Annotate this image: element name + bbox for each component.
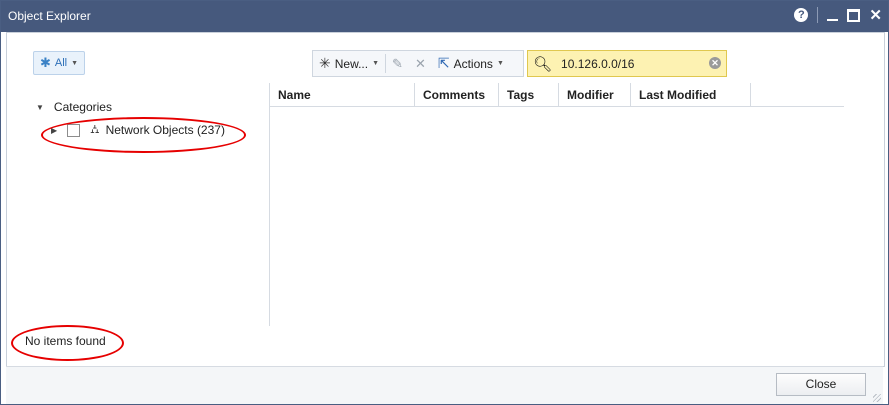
actions-button[interactable]: ⇱ Actions ▼ [432, 51, 510, 76]
chevron-down-icon: ▼ [71, 59, 79, 67]
annotation-oval [41, 117, 246, 153]
expand-down-icon[interactable]: ▼ [36, 103, 44, 112]
categories-label: Categories [53, 100, 112, 114]
column-header-comments[interactable]: Comments [415, 83, 499, 106]
categories-pane: ▼ Categories ▶ ⛼ Network Objects (237) [7, 83, 270, 326]
actions-label: Actions [453, 56, 493, 71]
title-bar-divider [817, 7, 819, 23]
chevron-down-icon: ▼ [496, 60, 504, 67]
filter-all-button[interactable]: ✱ All ▼ [33, 51, 85, 75]
column-header-name[interactable]: Name [270, 83, 415, 106]
column-header-last-modified[interactable]: Last Modified [631, 83, 751, 106]
asterisk-icon: ✱ [39, 55, 51, 70]
column-header-modifier[interactable]: Modifier [559, 83, 631, 106]
title-bar: Object Explorer ? ✕ [1, 1, 888, 32]
search-field[interactable]: 🔍︎ 10.126.0.0/16 ✕ [527, 50, 727, 77]
dialog-footer: Close [6, 366, 883, 404]
close-button[interactable]: Close [776, 373, 866, 396]
column-header-tags[interactable]: Tags [499, 83, 559, 106]
annotation-oval [11, 325, 124, 361]
maximize-icon[interactable] [847, 8, 861, 22]
grid-header: Name Comments Tags Modifier Last Modifie… [270, 83, 844, 107]
object-toolbar: ✳ New... ▼ ✎ ✕ ⇱ Actions ▼ [312, 50, 524, 77]
edit-pencil-icon[interactable]: ✎ [386, 56, 409, 72]
help-icon[interactable]: ? [794, 8, 809, 22]
close-icon[interactable]: ✕ [869, 8, 882, 23]
new-star-icon: ✳ [319, 55, 331, 71]
object-explorer-window: Object Explorer ? ✕ ✱ All ▼ ✳ New... ▼ ✎… [0, 0, 889, 405]
delete-x-icon[interactable]: ✕ [409, 56, 432, 72]
title-bar-buttons: ? ✕ [794, 7, 882, 23]
minimize-icon[interactable] [827, 19, 839, 21]
chevron-down-icon: ▼ [372, 60, 380, 67]
window-title: Object Explorer [8, 9, 91, 23]
filter-all-label: All [54, 57, 68, 69]
search-input[interactable]: 10.126.0.0/16 [561, 57, 634, 71]
search-icon: 🔍︎ [533, 55, 553, 73]
clear-search-icon[interactable]: ✕ [709, 57, 721, 69]
tree-root[interactable]: ▼ Categories [36, 100, 112, 114]
new-button[interactable]: ✳ New... ▼ [313, 51, 385, 76]
resize-grip-icon[interactable] [873, 394, 881, 402]
toolbar: ✱ All ▼ ✳ New... ▼ ✎ ✕ ⇱ Actions ▼ 🔍︎ 10… [7, 33, 884, 83]
export-icon: ⇱ [437, 55, 450, 71]
explorer-body: ✱ All ▼ ✳ New... ▼ ✎ ✕ ⇱ Actions ▼ 🔍︎ 10… [6, 32, 885, 367]
new-label: New... [334, 56, 369, 71]
